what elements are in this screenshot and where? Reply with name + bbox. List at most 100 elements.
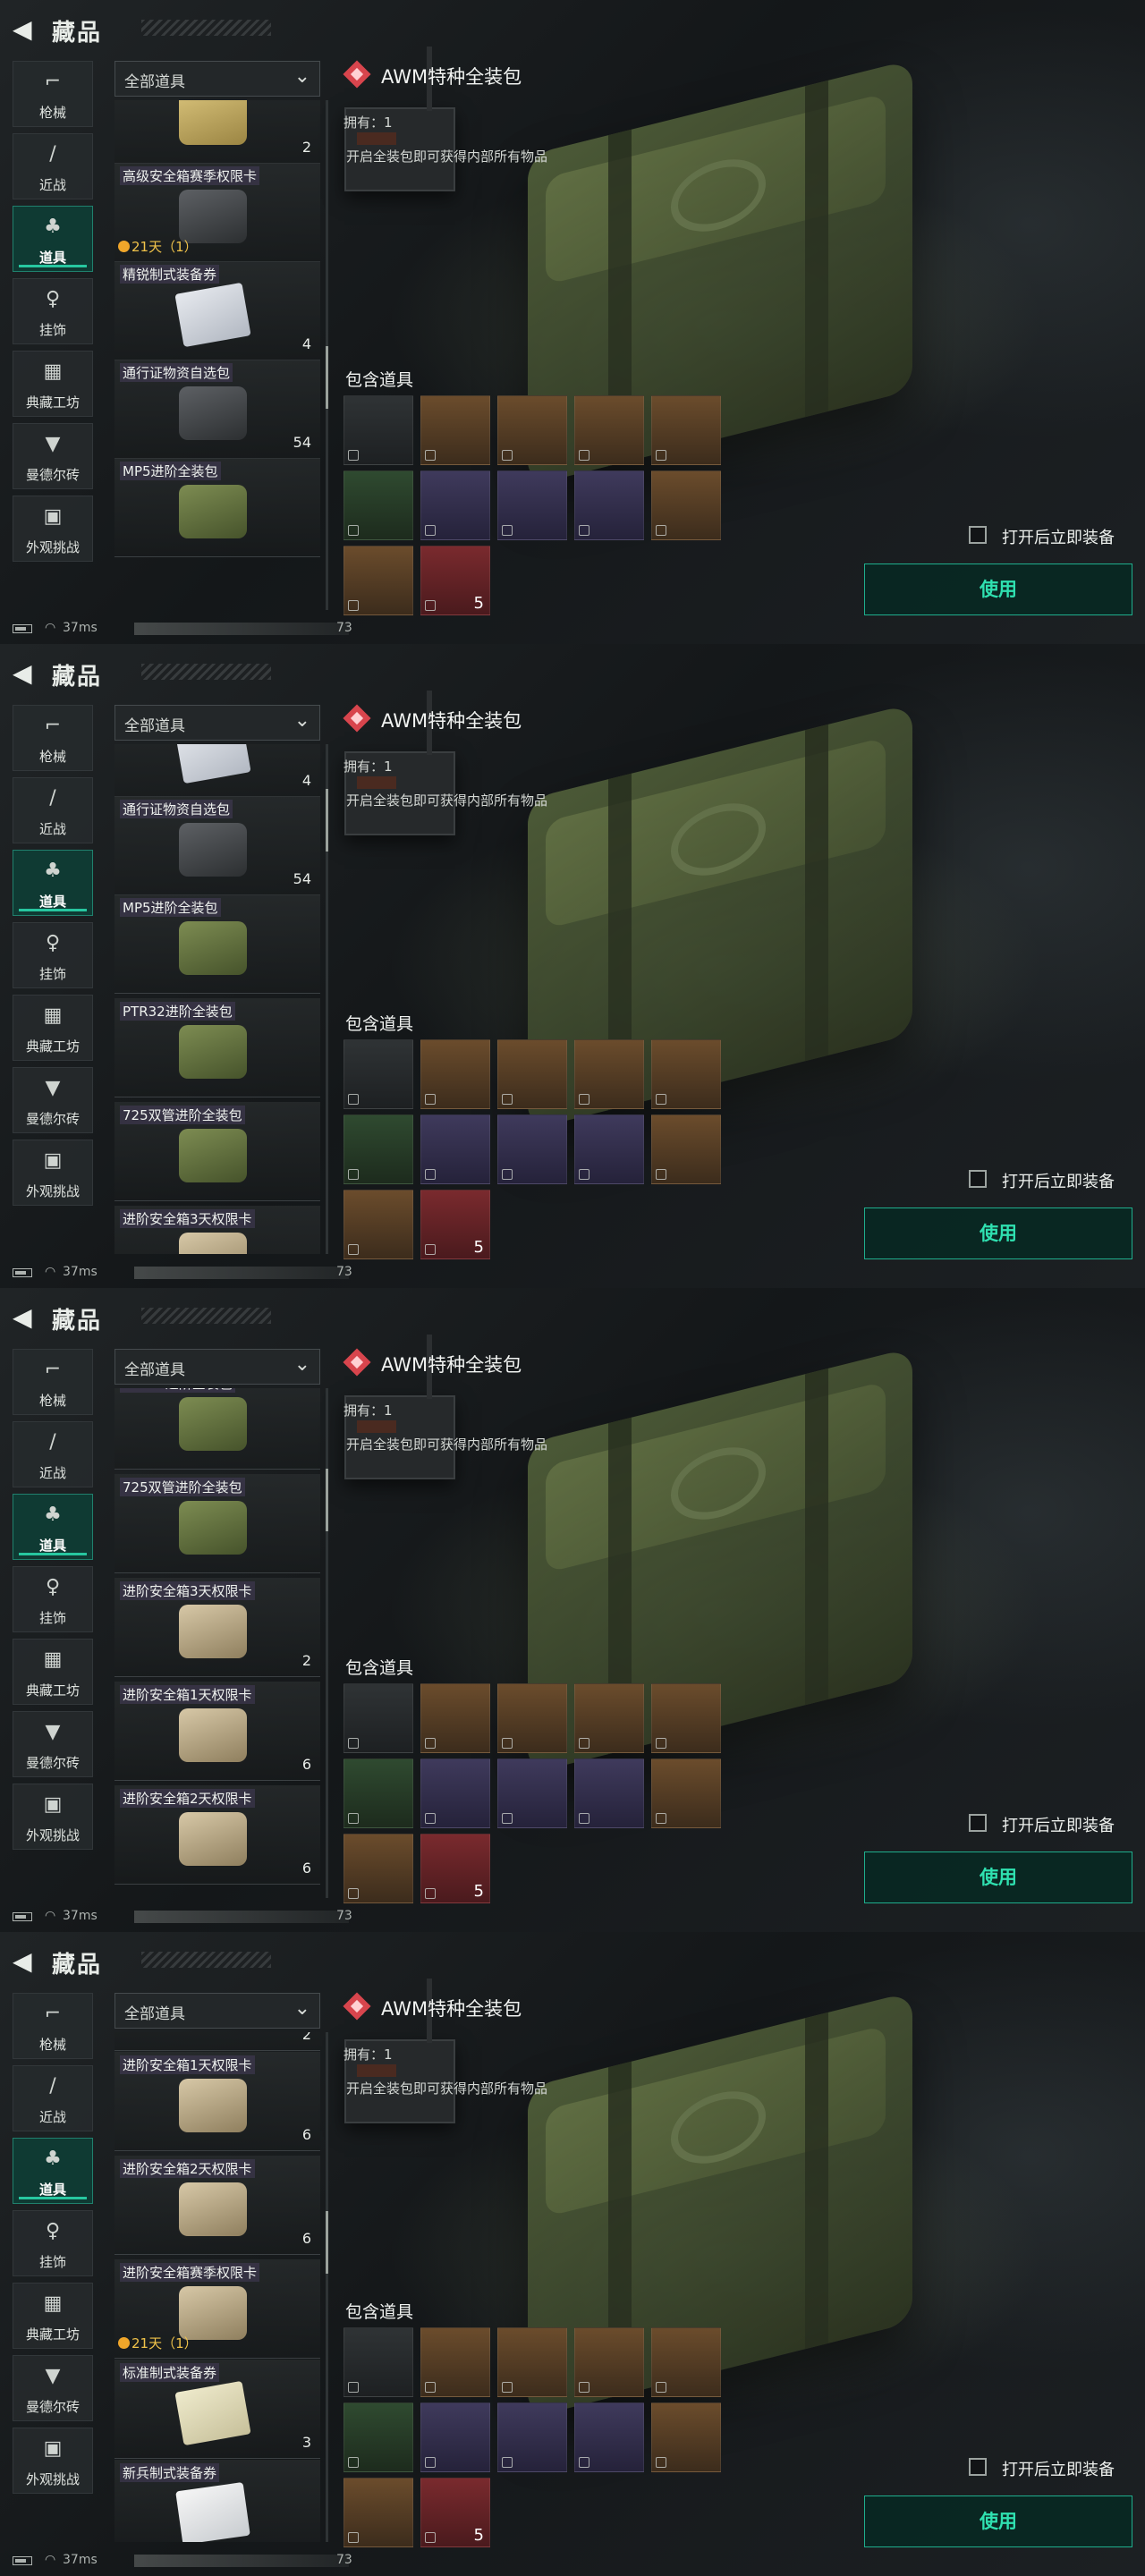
- content-item-slot[interactable]: [651, 1039, 721, 1109]
- list-item[interactable]: 进阶安全箱赛季权限卡 21天（1）: [114, 2259, 320, 2359]
- category-filter-dropdown[interactable]: 全部道具 ⌄: [114, 705, 320, 741]
- content-item-slot[interactable]: [574, 470, 644, 540]
- sidebar-item[interactable]: ▦ 典藏工坊: [13, 995, 93, 1061]
- item-list-scrollbar[interactable]: [326, 100, 328, 610]
- item-list-scrollbar[interactable]: [326, 2032, 328, 2542]
- content-item-slot[interactable]: [344, 2327, 413, 2397]
- sidebar-item[interactable]: ♣ 道具: [13, 2138, 93, 2204]
- content-item-slot[interactable]: 5: [420, 546, 490, 615]
- auto-equip-checkbox[interactable]: [969, 2458, 987, 2476]
- list-item[interactable]: 标准制式装备券 3: [114, 2360, 320, 2459]
- content-item-slot[interactable]: [344, 470, 413, 540]
- sidebar-item[interactable]: ♀ 挂饰: [13, 278, 93, 344]
- content-item-slot[interactable]: [651, 1114, 721, 1184]
- content-item-slot[interactable]: [344, 2478, 413, 2547]
- list-item[interactable]: 进阶安全箱2天权限卡 6: [114, 2156, 320, 2255]
- content-item-slot[interactable]: [344, 1758, 413, 1828]
- content-item-slot[interactable]: [420, 1683, 490, 1753]
- list-item[interactable]: 725双管进阶全装包: [114, 1102, 320, 1201]
- content-item-slot[interactable]: [574, 1683, 644, 1753]
- auto-equip-checkbox[interactable]: [969, 526, 987, 544]
- content-item-slot[interactable]: [344, 1834, 413, 1903]
- sidebar-item[interactable]: ▼ 曼德尔砖: [13, 1067, 93, 1133]
- item-list[interactable]: 2 进阶安全箱1天权限卡 6 进阶安全箱2天权限卡 6 进阶安全箱赛季权限卡 21天（1） 标…: [114, 2032, 320, 2542]
- scroll-thumb[interactable]: [326, 346, 328, 409]
- content-item-slot[interactable]: [497, 1039, 567, 1109]
- auto-equip-checkbox[interactable]: [969, 1170, 987, 1188]
- content-item-slot[interactable]: [344, 1190, 413, 1259]
- sidebar-item[interactable]: / 近战: [13, 1421, 93, 1487]
- content-item-slot[interactable]: [651, 470, 721, 540]
- category-filter-dropdown[interactable]: 全部道具 ⌄: [114, 1349, 320, 1385]
- list-item[interactable]: 进阶安全箱1天权限卡 6: [114, 2052, 320, 2151]
- item-list-scrollbar[interactable]: [326, 1388, 328, 1898]
- sidebar-item[interactable]: ♀ 挂饰: [13, 2210, 93, 2276]
- sidebar-item[interactable]: ⌐ 枪械: [13, 1349, 93, 1415]
- content-item-slot[interactable]: [344, 1039, 413, 1109]
- sidebar-item[interactable]: ♀ 挂饰: [13, 1566, 93, 1632]
- scroll-thumb[interactable]: [326, 2211, 328, 2274]
- back-arrow-icon[interactable]: ◀: [13, 658, 32, 688]
- scroll-thumb[interactable]: [326, 1469, 328, 1531]
- list-item[interactable]: 4: [114, 744, 320, 797]
- content-item-slot[interactable]: [344, 1683, 413, 1753]
- auto-equip-checkbox[interactable]: [969, 1814, 987, 1832]
- sidebar-item[interactable]: ♀ 挂饰: [13, 922, 93, 988]
- list-item[interactable]: 精锐制式装备券 4: [114, 261, 320, 360]
- category-filter-dropdown[interactable]: 全部道具 ⌄: [114, 61, 320, 97]
- sidebar-item[interactable]: ▣ 外观挑战: [13, 1140, 93, 1206]
- list-item[interactable]: 通行证物资自选包 54: [114, 360, 320, 459]
- sidebar-item[interactable]: / 近战: [13, 2065, 93, 2131]
- content-item-slot[interactable]: [497, 395, 567, 465]
- list-item[interactable]: PTR32进阶全装包: [114, 1388, 320, 1470]
- sidebar-item[interactable]: ▼ 曼德尔砖: [13, 423, 93, 489]
- content-item-slot[interactable]: [344, 546, 413, 615]
- back-arrow-icon[interactable]: ◀: [13, 1302, 32, 1332]
- content-item-slot[interactable]: [497, 2402, 567, 2472]
- category-filter-dropdown[interactable]: 全部道具 ⌄: [114, 1993, 320, 2029]
- list-item[interactable]: 2: [114, 2032, 320, 2051]
- sidebar-item[interactable]: ⌐ 枪械: [13, 61, 93, 127]
- sidebar-item[interactable]: ⌐ 枪械: [13, 705, 93, 771]
- content-item-slot[interactable]: 5: [420, 1190, 490, 1259]
- content-item-slot[interactable]: [420, 2327, 490, 2397]
- content-item-slot[interactable]: [497, 1683, 567, 1753]
- list-item[interactable]: 进阶安全箱2天权限卡 6: [114, 1785, 320, 1885]
- sidebar-item[interactable]: ▣ 外观挑战: [13, 2428, 93, 2494]
- back-arrow-icon[interactable]: ◀: [13, 1946, 32, 1976]
- use-button[interactable]: 使用: [864, 564, 1132, 615]
- item-list[interactable]: PTR32进阶全装包 725双管进阶全装包进阶安全箱3天权限卡 2 进阶安全箱1天权限…: [114, 1388, 320, 1898]
- content-item-slot[interactable]: [420, 470, 490, 540]
- content-item-slot[interactable]: [651, 2402, 721, 2472]
- list-item[interactable]: 进阶安全箱3天权限卡 2: [114, 1578, 320, 1677]
- use-button[interactable]: 使用: [864, 1852, 1132, 1903]
- content-item-slot[interactable]: [574, 2402, 644, 2472]
- sidebar-item[interactable]: ▼ 曼德尔砖: [13, 1711, 93, 1777]
- content-item-slot[interactable]: [344, 1114, 413, 1184]
- list-item[interactable]: PTR32进阶全装包: [114, 998, 320, 1097]
- sidebar-item[interactable]: ▦ 典藏工坊: [13, 1639, 93, 1705]
- sidebar-item[interactable]: / 近战: [13, 777, 93, 843]
- sidebar-item[interactable]: ⌐ 枪械: [13, 1993, 93, 2059]
- back-arrow-icon[interactable]: ◀: [13, 14, 32, 44]
- content-item-slot[interactable]: [574, 1758, 644, 1828]
- list-item[interactable]: 2: [114, 100, 320, 164]
- content-item-slot[interactable]: [497, 470, 567, 540]
- content-item-slot[interactable]: [344, 2402, 413, 2472]
- content-item-slot[interactable]: [651, 1758, 721, 1828]
- content-item-slot[interactable]: [651, 1683, 721, 1753]
- list-item[interactable]: 通行证物资自选包 54: [114, 796, 320, 895]
- content-item-slot[interactable]: [574, 2327, 644, 2397]
- sidebar-item[interactable]: ♣ 道具: [13, 206, 93, 272]
- item-list[interactable]: 2 高级安全箱赛季权限卡 21天（1） 精锐制式装备券 4 通行证物资自选包 54 MP5进阶…: [114, 100, 320, 610]
- item-list[interactable]: 4 通行证物资自选包 54 MP5进阶全装包 PTR32进阶全装包 725双管进阶全装包进…: [114, 744, 320, 1254]
- content-item-slot[interactable]: [344, 395, 413, 465]
- content-item-slot[interactable]: [497, 1758, 567, 1828]
- content-item-slot[interactable]: [651, 395, 721, 465]
- content-item-slot[interactable]: [420, 1114, 490, 1184]
- scroll-thumb[interactable]: [326, 789, 328, 852]
- content-item-slot[interactable]: [420, 1039, 490, 1109]
- list-item[interactable]: 高级安全箱赛季权限卡 21天（1）: [114, 163, 320, 262]
- sidebar-item[interactable]: ▣ 外观挑战: [13, 496, 93, 562]
- content-item-slot[interactable]: [497, 1114, 567, 1184]
